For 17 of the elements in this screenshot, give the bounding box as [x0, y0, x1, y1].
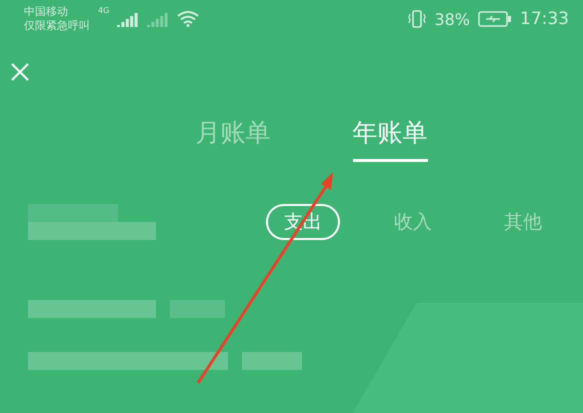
- blurred-text: [170, 300, 225, 318]
- network-type: 4G: [98, 6, 110, 15]
- battery-icon: [478, 11, 512, 27]
- blurred-text: [242, 352, 302, 370]
- category-filter[interactable]: 其他: [486, 204, 560, 240]
- vibrate-icon: [408, 10, 426, 28]
- battery-percent: 38%: [434, 10, 470, 28]
- category-filter[interactable]: 收入: [376, 204, 450, 240]
- carrier-status: 仅限紧急呼叫: [24, 19, 90, 33]
- wifi-icon: [177, 11, 200, 27]
- period-tab[interactable]: 月账单: [196, 116, 270, 162]
- signal-icon: [117, 11, 140, 27]
- close-icon[interactable]: [10, 62, 30, 82]
- no-signal-icon: [147, 11, 170, 27]
- period-tab[interactable]: 年账单: [352, 116, 428, 162]
- clock-time: 17:33: [520, 9, 569, 29]
- carrier-name: 中国移动: [24, 5, 69, 19]
